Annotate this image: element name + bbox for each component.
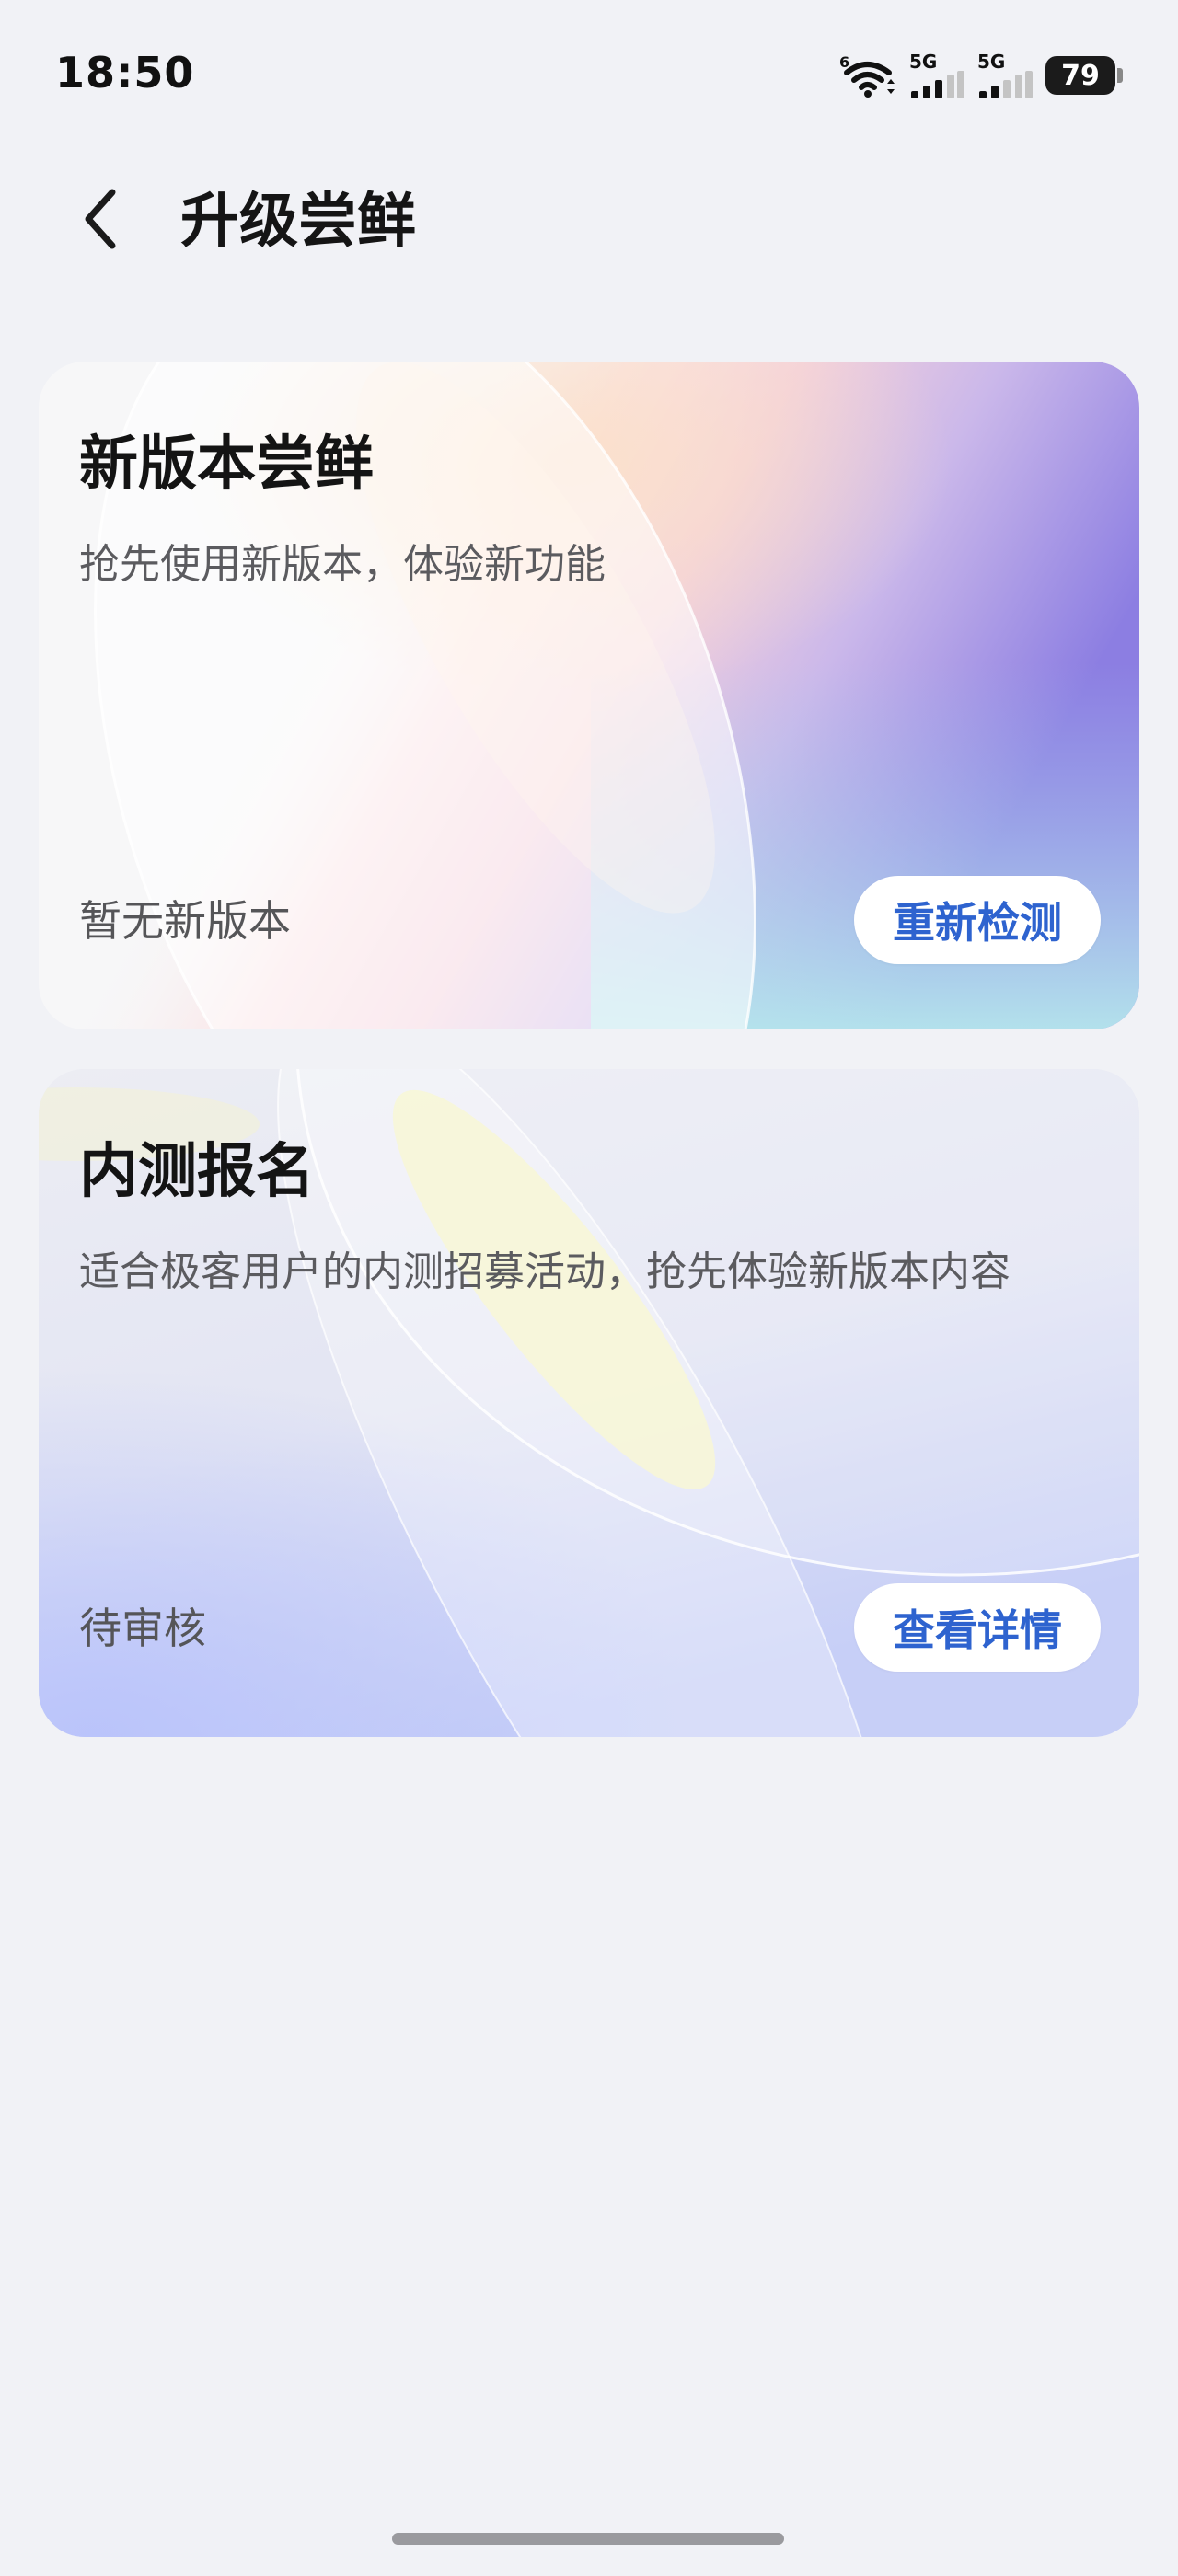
view-details-button[interactable]: 查看详情 bbox=[854, 1583, 1101, 1672]
network-type-label-2: 5G bbox=[977, 51, 1006, 73]
battery-level: 79 bbox=[1045, 56, 1115, 95]
card-status: 待审核 bbox=[79, 1604, 206, 1653]
page-title: 升级尝鲜 bbox=[180, 188, 416, 256]
battery-icon: 79 bbox=[1045, 56, 1123, 95]
battery-cap bbox=[1117, 68, 1123, 83]
network-type-label: 5G bbox=[909, 51, 938, 73]
status-bar: 18:50 6 5G 5G 79 bbox=[0, 0, 1178, 156]
chevron-left-icon bbox=[79, 187, 120, 255]
card-status: 暂无新版本 bbox=[79, 896, 291, 946]
status-time: 18:50 bbox=[55, 48, 195, 98]
signal-icon: 5G bbox=[909, 52, 964, 98]
card-description: 适合极客用户的内测招募活动，抢先体验新版本内容 bbox=[79, 1248, 1011, 1295]
status-icons: 6 5G 5G 79 bbox=[839, 52, 1123, 99]
signal-icon-2: 5G bbox=[977, 52, 1033, 98]
beta-signup-card: 内测报名 适合极客用户的内测招募活动，抢先体验新版本内容 待审核 查看详情 bbox=[39, 1069, 1139, 1737]
wifi-icon: 6 bbox=[839, 52, 896, 98]
back-button[interactable] bbox=[79, 175, 153, 267]
home-indicator[interactable] bbox=[392, 2533, 784, 2545]
card-title: 内测报名 bbox=[79, 1138, 315, 1206]
recheck-button[interactable]: 重新检测 bbox=[854, 876, 1101, 964]
new-version-card: 新版本尝鲜 抢先使用新版本，体验新功能 暂无新版本 重新检测 bbox=[39, 362, 1139, 1029]
card-title: 新版本尝鲜 bbox=[79, 431, 374, 499]
card-description: 抢先使用新版本，体验新功能 bbox=[79, 541, 606, 588]
